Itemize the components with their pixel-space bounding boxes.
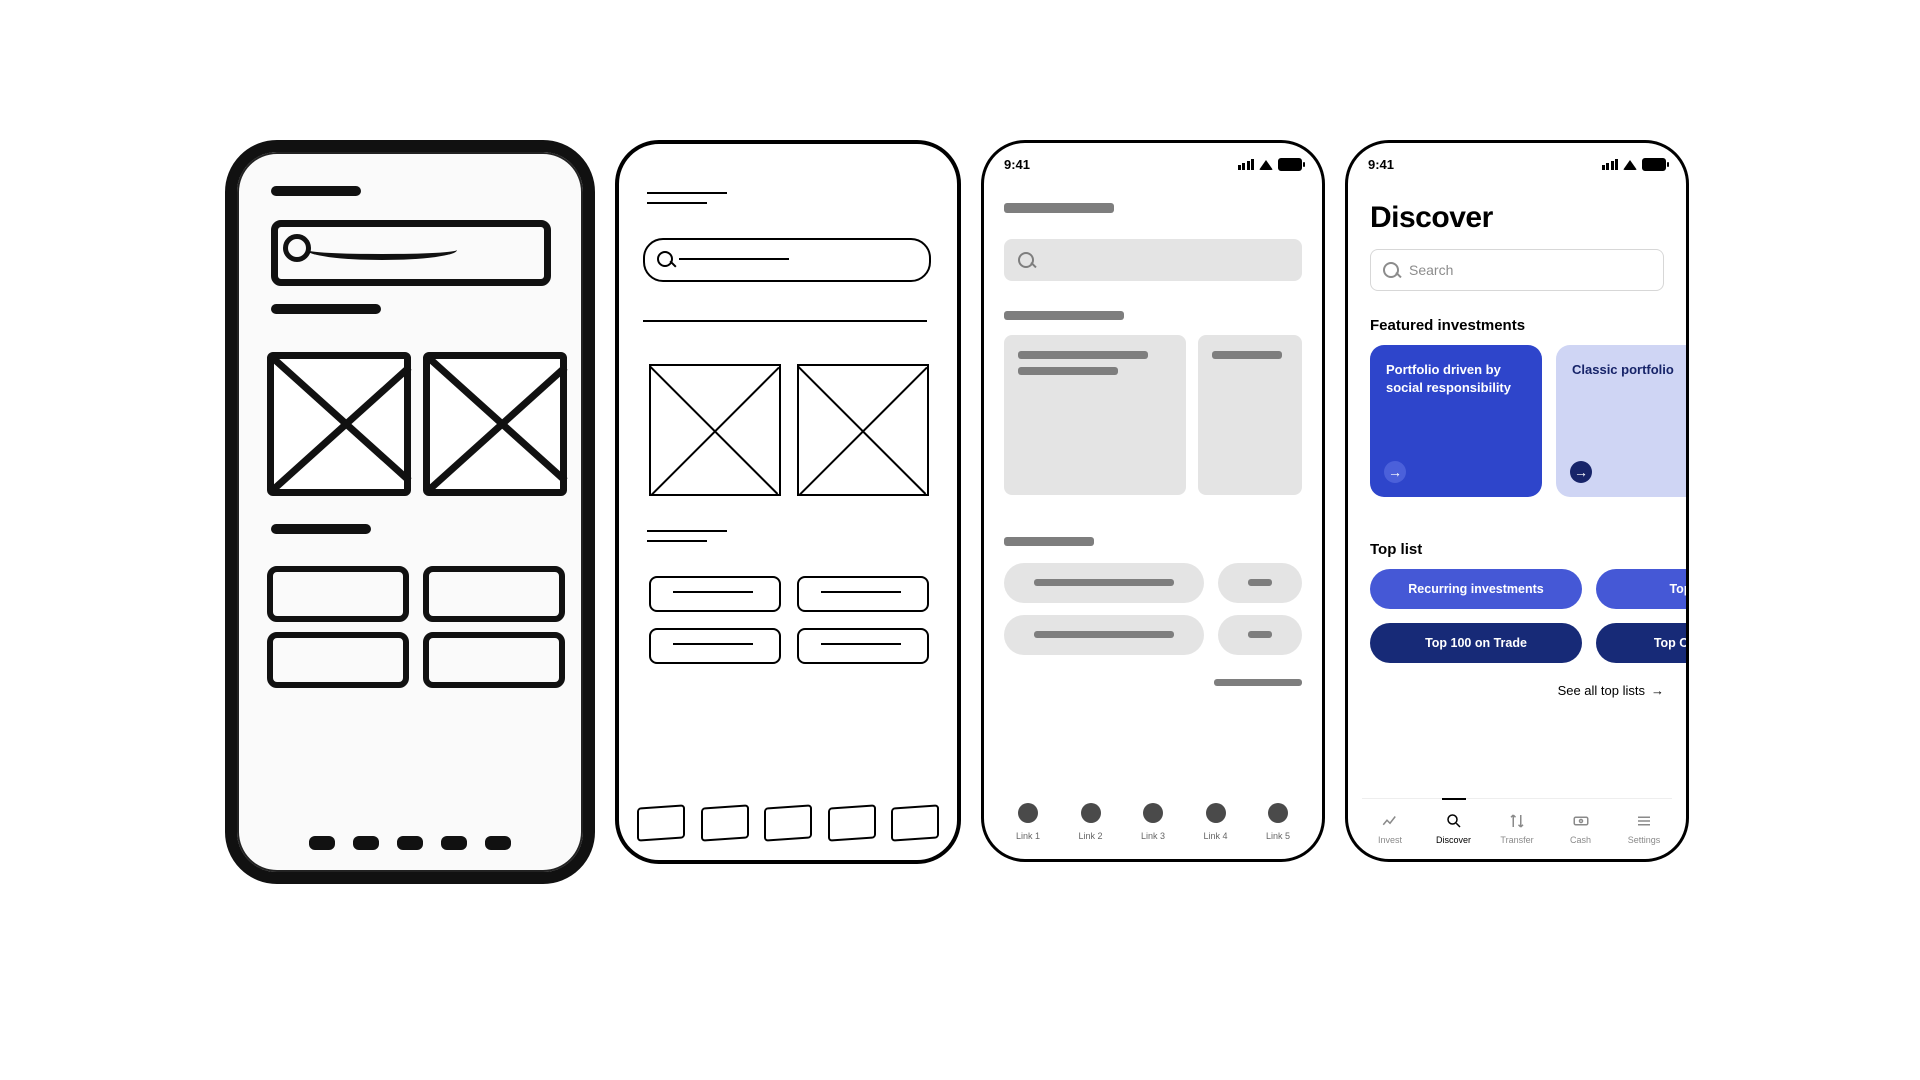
top-list-pill[interactable]: Top 100 on Trade bbox=[1370, 623, 1582, 663]
status-bar: 9:41 bbox=[1368, 157, 1666, 172]
status-bar: 9:41 bbox=[1004, 157, 1302, 172]
wifi-icon bbox=[1623, 160, 1637, 170]
battery-icon bbox=[1278, 158, 1302, 171]
section-label-toplist: Top list bbox=[1370, 541, 1422, 558]
tab-discover[interactable]: Discover bbox=[1426, 811, 1482, 845]
image-placeholder bbox=[797, 364, 929, 496]
mockup-hifi-phone: 9:41 Discover Search Featured investment… bbox=[1345, 140, 1689, 862]
search-placeholder: Search bbox=[1409, 262, 1453, 278]
tab-item[interactable]: Link 4 bbox=[1190, 803, 1242, 841]
image-placeholder bbox=[649, 364, 781, 496]
pill-placeholder[interactable] bbox=[1004, 615, 1204, 655]
see-all-link[interactable]: See all top lists → bbox=[1558, 683, 1664, 698]
search-icon bbox=[657, 251, 673, 267]
chart-line-icon bbox=[1362, 811, 1418, 831]
wireframe-lofi-phone: 9:41 Link 1 bbox=[981, 140, 1325, 862]
card-placeholder[interactable] bbox=[1004, 335, 1186, 495]
top-list-pill[interactable]: Top Canadian st bbox=[1596, 623, 1689, 663]
tab-item[interactable]: Link 3 bbox=[1127, 803, 1179, 841]
tab-transfer[interactable]: Transfer bbox=[1489, 811, 1545, 845]
top-list-pill[interactable]: Top US sto bbox=[1596, 569, 1689, 609]
pill-placeholder bbox=[649, 576, 781, 612]
tab-cash[interactable]: Cash bbox=[1553, 811, 1609, 845]
sketch-rough-phone bbox=[225, 140, 595, 884]
tab-item[interactable]: Link 5 bbox=[1252, 803, 1304, 841]
page-title: Discover bbox=[1370, 201, 1493, 235]
signal-icon bbox=[1238, 159, 1255, 170]
search-icon bbox=[1018, 252, 1034, 268]
card-title: Portfolio driven by social responsibilit… bbox=[1386, 362, 1511, 395]
featured-card[interactable]: Classic portfolio → bbox=[1556, 345, 1689, 497]
signal-icon bbox=[1602, 159, 1619, 170]
search-input[interactable]: Search bbox=[1370, 249, 1664, 291]
top-list-pill[interactable]: Recurring investments bbox=[1370, 569, 1582, 609]
cash-icon bbox=[1553, 811, 1609, 831]
wifi-icon bbox=[1259, 160, 1273, 170]
section-label-featured: Featured investments bbox=[1370, 317, 1525, 334]
battery-icon bbox=[1642, 158, 1666, 171]
tab-item[interactable]: Link 1 bbox=[1002, 803, 1054, 841]
card-title: Classic portfolio bbox=[1572, 362, 1674, 377]
arrow-right-icon: → bbox=[1651, 683, 1664, 698]
fidelity-evolution-row: 9:41 Link 1 bbox=[225, 140, 1689, 884]
pill-placeholder[interactable] bbox=[1218, 615, 1302, 655]
tab-invest[interactable]: Invest bbox=[1362, 811, 1418, 845]
pill-placeholder bbox=[423, 632, 565, 688]
tab-bar-sketch bbox=[637, 806, 939, 840]
pill-placeholder bbox=[649, 628, 781, 664]
pill-placeholder[interactable] bbox=[1218, 563, 1302, 603]
pill-placeholder[interactable] bbox=[1004, 563, 1204, 603]
transfer-icon bbox=[1489, 811, 1545, 831]
menu-icon bbox=[1616, 811, 1672, 831]
pill-placeholder bbox=[797, 628, 929, 664]
search-box-sketch bbox=[643, 238, 931, 282]
search-input[interactable] bbox=[1004, 239, 1302, 281]
sketch-clean-phone bbox=[615, 140, 961, 864]
image-placeholder bbox=[267, 352, 411, 496]
pill-placeholder bbox=[797, 576, 929, 612]
tab-bar: Invest Discover Transfer Cash Settings bbox=[1362, 798, 1672, 845]
arrow-right-icon: → bbox=[1570, 461, 1592, 483]
search-icon bbox=[1426, 811, 1482, 831]
status-time: 9:41 bbox=[1004, 157, 1030, 172]
featured-card[interactable]: Portfolio driven by social responsibilit… bbox=[1370, 345, 1542, 497]
arrow-right-icon: → bbox=[1384, 461, 1406, 483]
image-placeholder bbox=[423, 352, 567, 496]
pill-placeholder bbox=[423, 566, 565, 622]
pill-placeholder bbox=[267, 566, 409, 622]
tab-bar: Link 1 Link 2 Link 3 Link 4 Link 5 bbox=[1002, 803, 1304, 841]
card-placeholder[interactable] bbox=[1198, 335, 1302, 495]
status-time: 9:41 bbox=[1368, 157, 1394, 172]
tab-item[interactable]: Link 2 bbox=[1065, 803, 1117, 841]
tab-settings[interactable]: Settings bbox=[1616, 811, 1672, 845]
pill-placeholder bbox=[267, 632, 409, 688]
search-icon bbox=[1383, 262, 1399, 278]
tab-bar-sketch bbox=[237, 836, 583, 850]
